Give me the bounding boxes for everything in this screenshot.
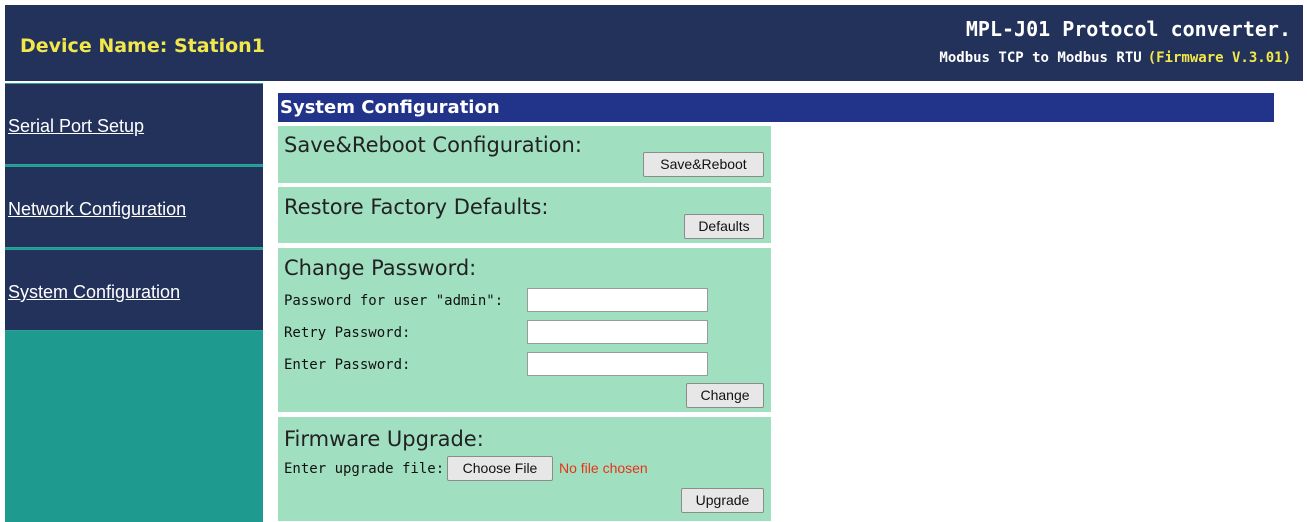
device-name: Device Name: Station1 bbox=[20, 35, 265, 57]
save-reboot-panel: Save&Reboot Configuration: Save&Reboot bbox=[278, 126, 771, 183]
admin-password-label: Password for user "admin": bbox=[284, 293, 504, 309]
sidebar-link-system[interactable]: System Configuration bbox=[8, 282, 180, 303]
save-reboot-button[interactable]: Save&Reboot bbox=[643, 152, 764, 177]
sidebar-item-serial-port[interactable]: Serial Port Setup bbox=[5, 83, 263, 165]
firmware-version: (Firmware V.3.01) bbox=[1147, 50, 1291, 66]
retry-password-label: Retry Password: bbox=[284, 325, 411, 341]
product-subtitle: Modbus TCP to Modbus RTU (Firmware V.3.01… bbox=[939, 50, 1291, 66]
retry-password-input[interactable] bbox=[527, 320, 708, 344]
header-bar: Device Name: Station1 MPL-J01 Protocol c… bbox=[5, 5, 1303, 81]
defaults-button[interactable]: Defaults bbox=[684, 214, 764, 239]
firmware-upgrade-panel: Firmware Upgrade: Enter upgrade file: Ch… bbox=[278, 417, 771, 521]
sidebar-link-network[interactable]: Network Configuration bbox=[8, 199, 186, 220]
enter-password-input[interactable] bbox=[527, 352, 708, 376]
restore-defaults-heading: Restore Factory Defaults: bbox=[284, 195, 549, 219]
admin-password-input[interactable] bbox=[527, 288, 708, 312]
protocol-subtitle: Modbus TCP to Modbus RTU bbox=[939, 50, 1142, 66]
upgrade-button[interactable]: Upgrade bbox=[681, 488, 764, 513]
sidebar: Serial Port Setup Network Configuration … bbox=[5, 83, 263, 522]
restore-defaults-panel: Restore Factory Defaults: Defaults bbox=[278, 187, 771, 243]
sidebar-item-system[interactable]: System Configuration bbox=[5, 249, 263, 331]
sidebar-item-network[interactable]: Network Configuration bbox=[5, 166, 263, 248]
enter-password-label: Enter Password: bbox=[284, 357, 411, 373]
sidebar-link-serial-port[interactable]: Serial Port Setup bbox=[8, 116, 144, 137]
change-password-panel: Change Password: Password for user "admi… bbox=[278, 248, 771, 412]
firmware-upgrade-heading: Firmware Upgrade: bbox=[284, 427, 484, 451]
page-title: System Configuration bbox=[278, 93, 1274, 122]
upgrade-file-label: Enter upgrade file: bbox=[284, 461, 445, 477]
no-file-chosen-text: No file chosen bbox=[559, 460, 648, 476]
save-reboot-heading: Save&Reboot Configuration: bbox=[284, 133, 582, 157]
choose-file-button[interactable]: Choose File bbox=[447, 456, 553, 481]
product-title: MPL-J01 Protocol converter. bbox=[965, 17, 1291, 41]
change-password-button[interactable]: Change bbox=[686, 383, 764, 408]
change-password-heading: Change Password: bbox=[284, 256, 477, 280]
